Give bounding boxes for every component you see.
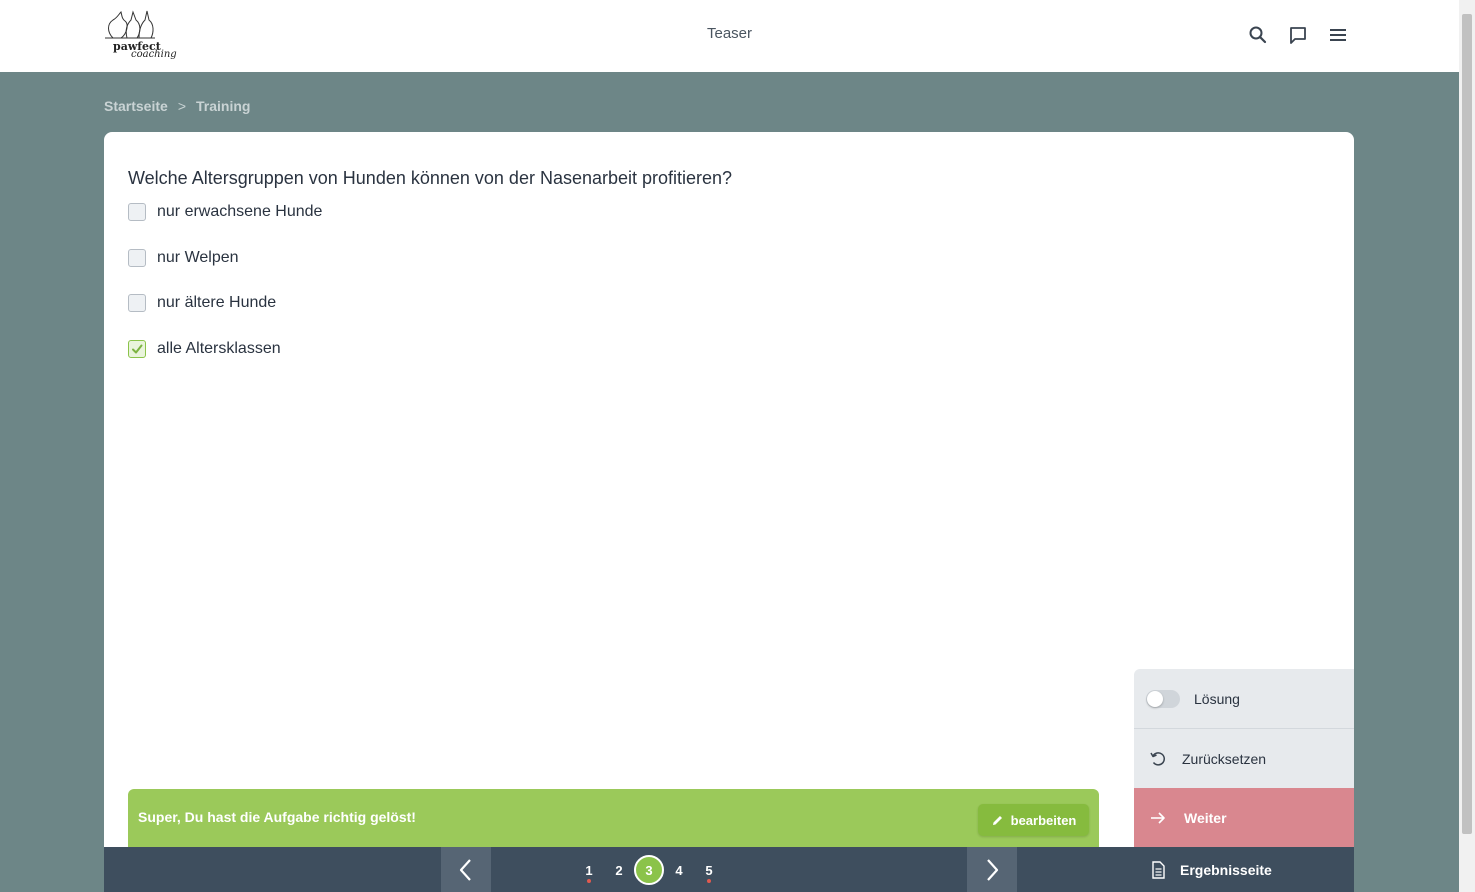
answer-label: nur erwachsene Hunde	[157, 203, 323, 220]
chevron-right-icon	[987, 858, 999, 881]
solution-toggle-row[interactable]: Lösung	[1134, 669, 1354, 729]
answer-checkbox-checked[interactable]	[128, 340, 146, 358]
next-button[interactable]: Weiter	[1134, 788, 1354, 847]
chat-icon[interactable]	[1287, 24, 1309, 46]
next-label: Weiter	[1184, 809, 1227, 826]
pencil-icon	[992, 815, 1002, 825]
breadcrumb: Startseite > Training	[104, 98, 250, 114]
page-scrollbar[interactable]	[1459, 0, 1475, 892]
toggle-knob	[1147, 690, 1163, 707]
scrollbar-thumb[interactable]	[1462, 14, 1472, 834]
answer-checkbox[interactable]	[128, 294, 146, 312]
solution-label: Lösung	[1194, 690, 1240, 707]
answer-label: nur Welpen	[157, 249, 239, 266]
previous-page-button[interactable]	[441, 847, 491, 892]
check-icon	[132, 344, 143, 354]
document-icon	[1152, 860, 1165, 879]
menu-icon[interactable]	[1327, 24, 1349, 46]
results-label: Ergebnisseite	[1180, 861, 1272, 878]
reset-button[interactable]: Zurücksetzen	[1134, 729, 1354, 788]
feedback-message: Super, Du hast die Aufgabe richtig gelös…	[138, 809, 416, 825]
answer-label: alle Altersklassen	[157, 340, 281, 357]
breadcrumb-separator: >	[177, 98, 186, 114]
answer-checkbox[interactable]	[128, 249, 146, 267]
next-page-button[interactable]	[967, 847, 1017, 892]
page-title: Teaser	[706, 25, 753, 42]
answer-checkbox[interactable]	[128, 203, 146, 221]
edit-button[interactable]: bearbeiten	[978, 804, 1089, 836]
page-5-marker	[707, 879, 711, 883]
arrow-right-icon	[1151, 811, 1165, 824]
breadcrumb-home[interactable]: Startseite	[104, 98, 168, 114]
page-4[interactable]: 4	[664, 855, 694, 885]
logo-word-coaching: coaching	[131, 49, 177, 60]
page-1-marker	[587, 879, 591, 883]
reset-label: Zurücksetzen	[1182, 750, 1267, 767]
breadcrumb-training[interactable]: Training	[196, 98, 250, 114]
pagination-bar: 1 2 3 4 5	[104, 847, 1134, 892]
search-icon[interactable]	[1247, 24, 1269, 46]
answer-option-2[interactable]: nur Welpen	[128, 249, 239, 267]
answer-option-1[interactable]: nur erwachsene Hunde	[128, 203, 322, 221]
top-bar: pawfect coaching Teaser	[0, 0, 1459, 72]
page-3-active[interactable]: 3	[634, 855, 664, 885]
answer-option-4[interactable]: alle Altersklassen	[128, 340, 281, 358]
answer-option-3[interactable]: nur ältere Hunde	[128, 294, 276, 312]
quiz-question: Welche Altersgruppen von Hunden können v…	[128, 168, 733, 188]
feedback-banner: Super, Du hast die Aufgabe richtig gelös…	[128, 789, 1099, 847]
chevron-left-icon	[459, 858, 471, 881]
solution-toggle[interactable]	[1146, 689, 1180, 708]
undo-icon	[1150, 751, 1166, 766]
page-2[interactable]: 2	[604, 855, 634, 885]
edit-button-label: bearbeiten	[1010, 812, 1077, 828]
results-button[interactable]: Ergebnisseite	[1134, 847, 1354, 892]
answer-label: nur ältere Hunde	[157, 294, 277, 311]
